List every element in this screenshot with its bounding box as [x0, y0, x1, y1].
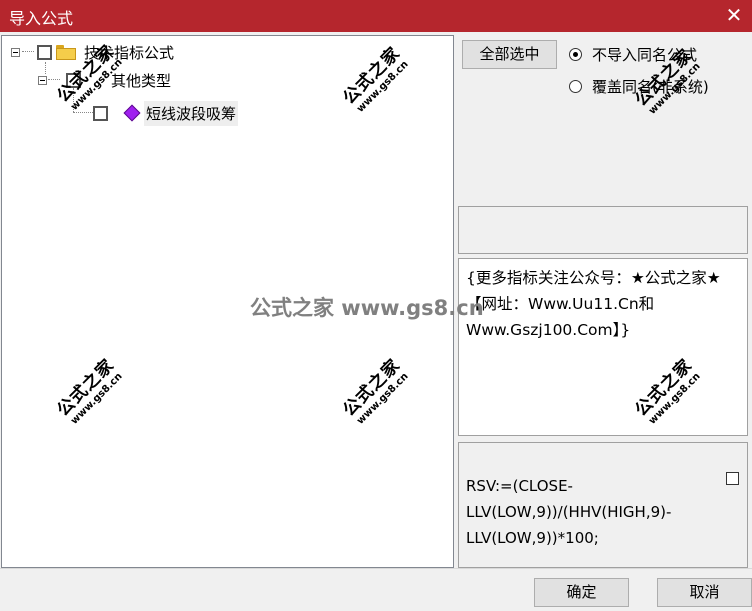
collapse-icon[interactable] — [38, 75, 47, 85]
description-text: {更多指标关注公众号：★公式之家★ 【网址：Www.Uu11.Cn和Www.Gs… — [466, 269, 721, 339]
tree-node-root[interactable]: 技术指标公式 — [11, 39, 174, 65]
formula-gem-icon — [123, 104, 141, 122]
folder-icon — [56, 44, 76, 60]
cancel-button[interactable]: 取消 — [657, 578, 752, 607]
radio-no-import-label: 不导入同名公式 — [592, 46, 698, 64]
formula-tree[interactable]: 技术指标公式 其他类型 短线波段吸筹 — [1, 35, 454, 568]
radio-overwrite-label: 覆盖同名(非系统) — [592, 78, 709, 96]
ok-button[interactable]: 确定 — [534, 578, 629, 607]
checkbox-root[interactable] — [37, 44, 52, 60]
description-box: {更多指标关注公众号：★公式之家★ 【网址：Www.Uu11.Cn和Www.Gs… — [458, 258, 748, 436]
tree-node-label: 其他类型 — [111, 71, 172, 90]
formula-checkbox[interactable] — [726, 472, 739, 485]
checkbox-group[interactable] — [66, 72, 81, 88]
radio-no-import[interactable]: 不导入同名公式 — [569, 44, 697, 65]
checkbox-item[interactable] — [93, 105, 108, 121]
tree-node-label: 短线波段吸筹 — [144, 100, 239, 126]
tree-connector — [73, 112, 93, 114]
collapse-icon[interactable] — [11, 47, 20, 57]
window-title: 导入公式 — [9, 9, 74, 28]
empty-info-box — [458, 206, 748, 254]
tree-node-item[interactable]: 短线波段吸筹 — [93, 100, 239, 126]
select-all-button[interactable]: 全部选中 — [462, 40, 557, 69]
bottom-separator — [0, 568, 752, 569]
radio-no-import-dot[interactable] — [569, 48, 582, 61]
close-icon[interactable]: ✕ — [724, 4, 744, 26]
tree-node-label: 技术指标公式 — [84, 43, 175, 62]
radio-overwrite-dot[interactable] — [569, 80, 582, 93]
tree-node-group[interactable]: 其他类型 — [38, 67, 171, 93]
title-bar: 导入公式 ✕ — [0, 0, 752, 32]
radio-overwrite[interactable]: 覆盖同名(非系统) — [569, 76, 709, 97]
formula-text: RSV:=(CLOSE-LLV(LOW,9))/(HHV(HIGH,9)-LLV… — [466, 477, 672, 547]
formula-box: RSV:=(CLOSE-LLV(LOW,9))/(HHV(HIGH,9)-LLV… — [458, 442, 748, 568]
